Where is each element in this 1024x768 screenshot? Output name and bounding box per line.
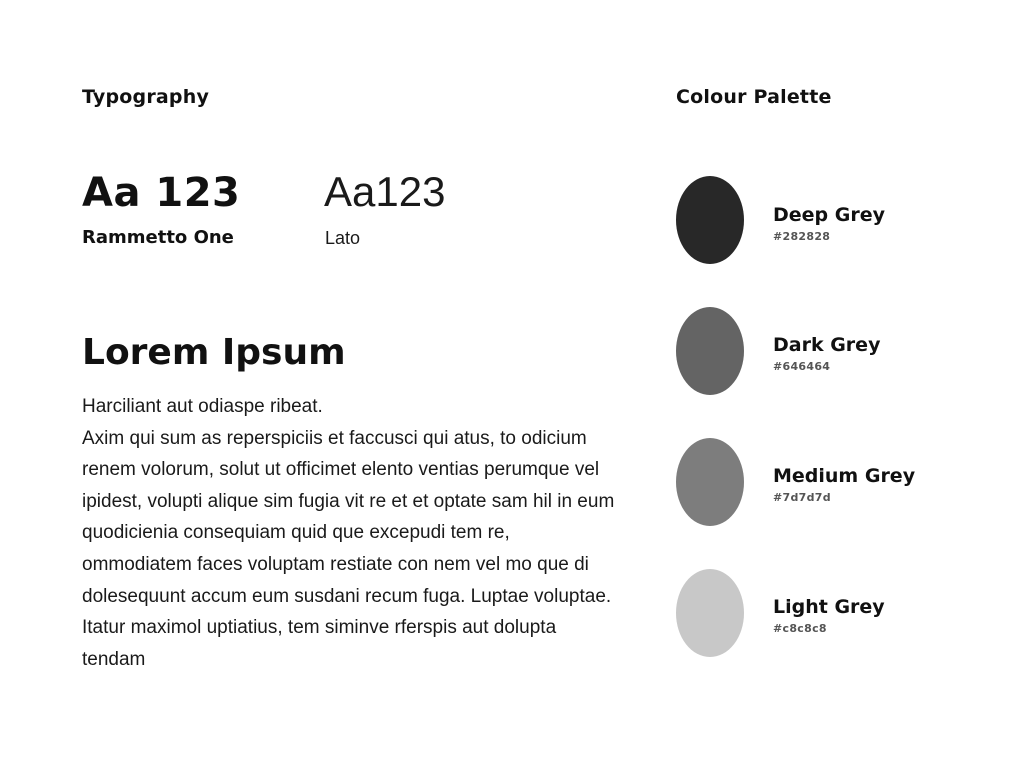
sample-heading: Lorem Ipsum [82, 332, 346, 373]
display-font-name: Rammetto One [82, 227, 234, 248]
display-font-sample: Aa 123 [82, 170, 241, 216]
swatch-deep-grey [676, 176, 746, 264]
swatch-name: Dark Grey [773, 334, 881, 356]
swatch-dot [676, 307, 744, 395]
swatch-hex: #c8c8c8 [773, 622, 827, 635]
swatch-dark-grey [676, 307, 746, 395]
swatch-medium-grey [676, 438, 746, 526]
colour-palette-title: Colour Palette [676, 86, 832, 108]
body-font-name: Lato [325, 228, 361, 248]
swatch-dot [676, 569, 744, 657]
sample-paragraph: Harciliant aut odiaspe ribeat. Axim qui … [82, 391, 622, 675]
sample-paragraph-line-2: Axim qui sum as reperspiciis et faccusci… [82, 427, 615, 670]
swatch-name: Medium Grey [773, 465, 916, 487]
swatch-name: Deep Grey [773, 204, 885, 226]
swatch-hex: #646464 [773, 360, 831, 373]
swatch-light-grey [676, 569, 746, 657]
sample-paragraph-line-1: Harciliant aut odiaspe ribeat. [82, 396, 323, 417]
typography-title: Typography [82, 86, 210, 108]
swatch-dot [676, 176, 744, 264]
body-font-sample: Aa123 [324, 168, 446, 215]
swatch-hex: #7d7d7d [773, 491, 831, 504]
swatch-name: Light Grey [773, 596, 885, 618]
swatch-dot [676, 438, 744, 526]
swatch-hex: #282828 [773, 230, 831, 243]
